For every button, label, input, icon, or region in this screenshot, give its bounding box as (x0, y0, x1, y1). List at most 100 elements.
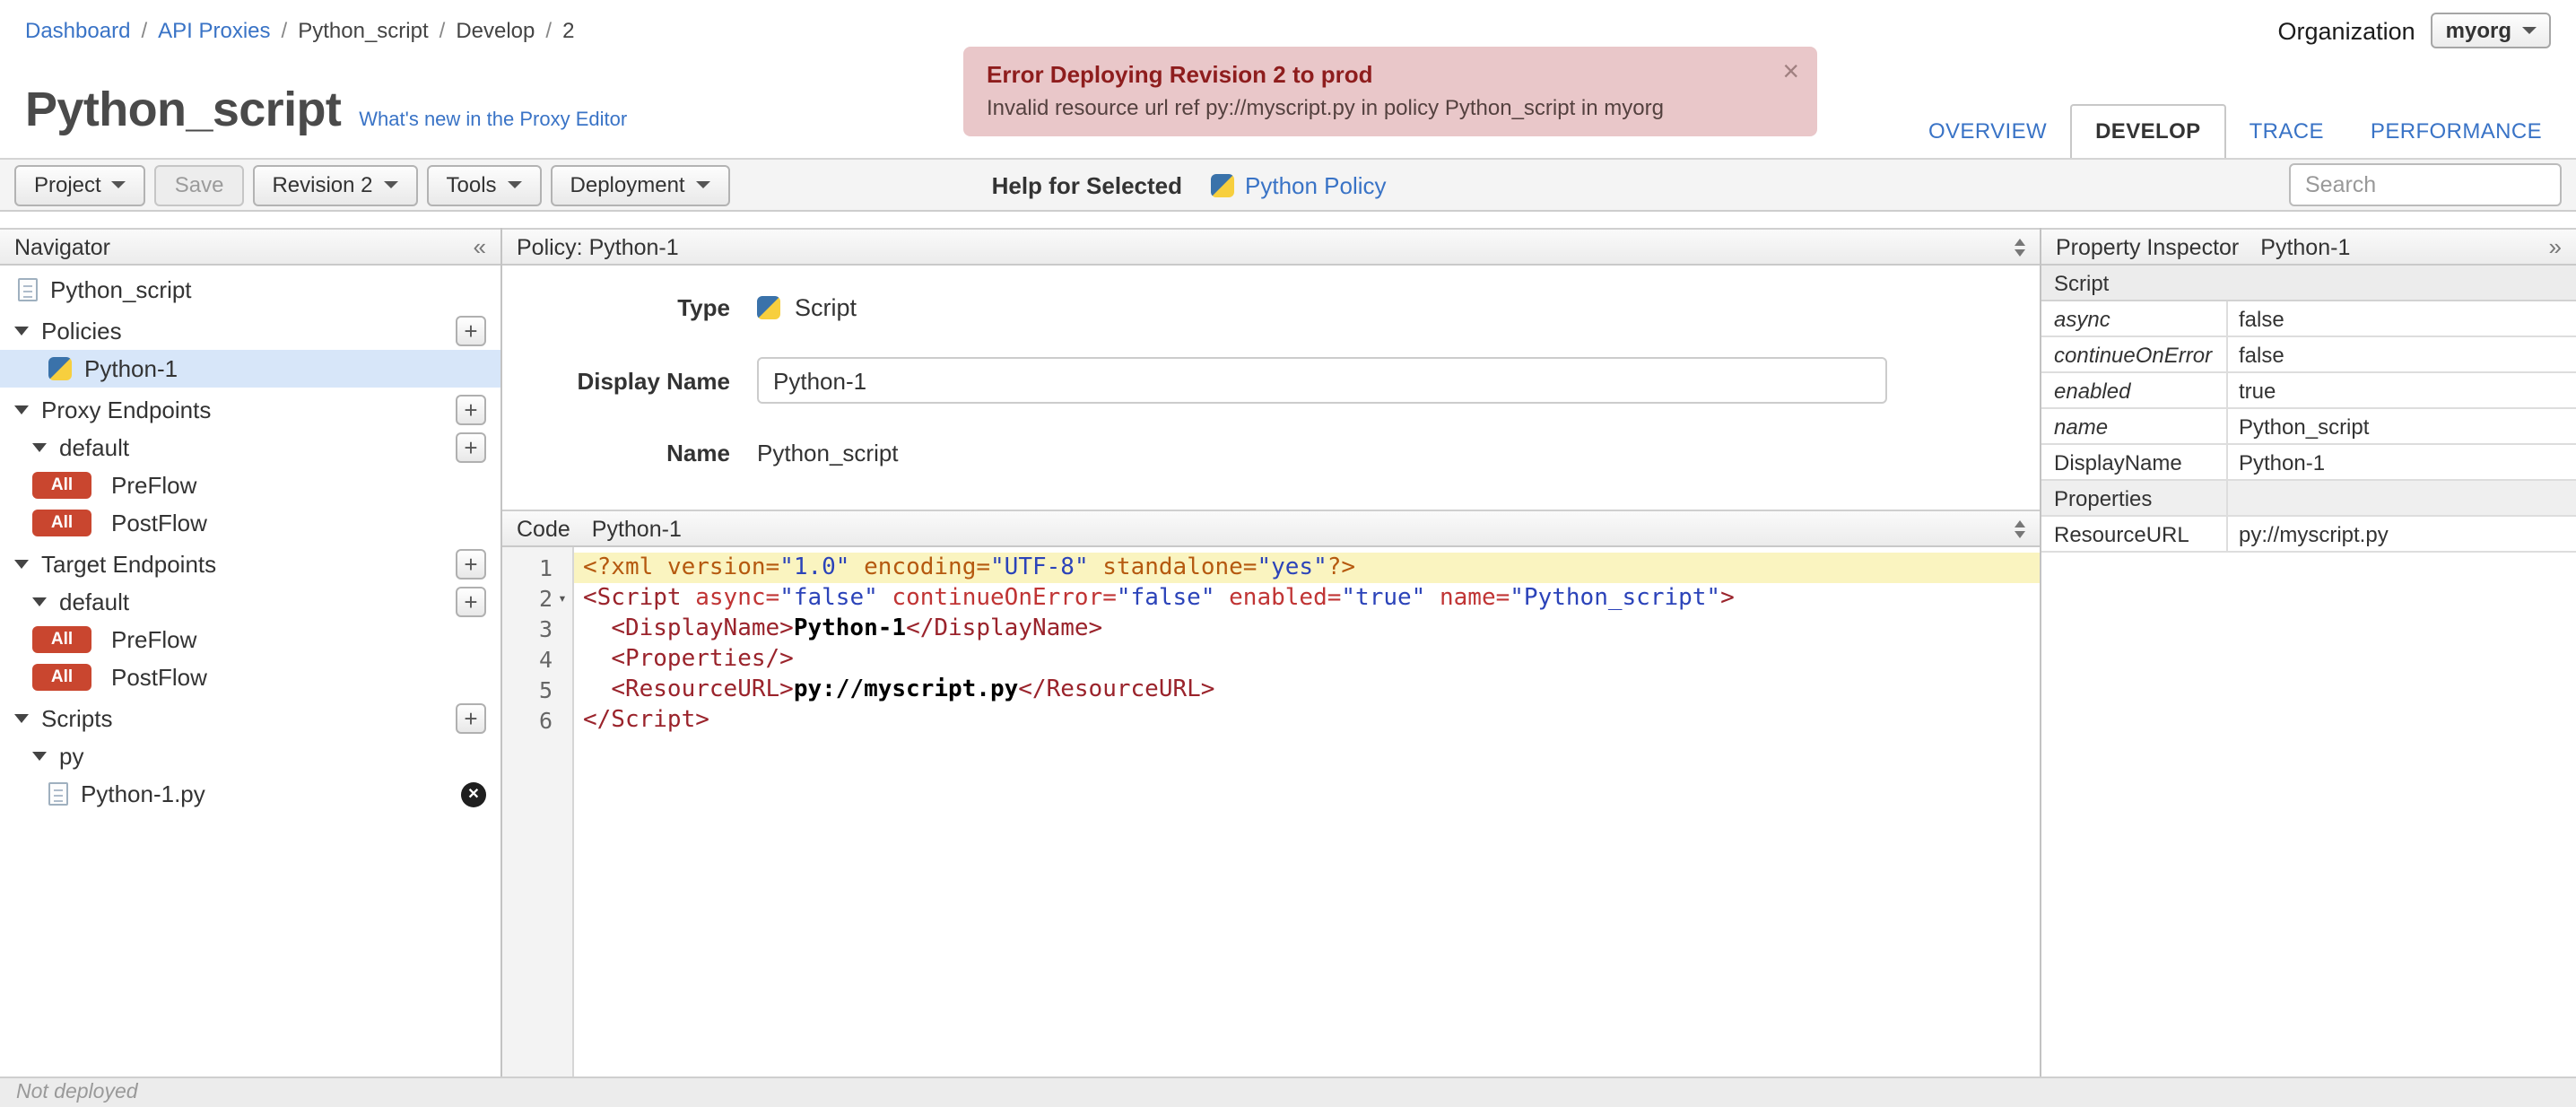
error-title: Error Deploying Revision 2 to prod (987, 61, 1373, 88)
python-icon (48, 357, 72, 380)
nav-item-target-preflow[interactable]: All PreFlow (0, 621, 500, 658)
revision-button-label: Revision 2 (272, 172, 373, 197)
nav-section-policies[interactable]: Policies + (0, 312, 500, 350)
property-value[interactable]: Python_script (2228, 409, 2576, 443)
tools-button[interactable]: Tools (426, 164, 542, 205)
code-line[interactable]: <ResourceURL>py://myscript.py</ResourceU… (574, 675, 2040, 705)
nav-item-proxy-default[interactable]: default + (0, 429, 500, 466)
line-number: 6 (538, 707, 553, 734)
nav-item-proxy-postflow[interactable]: All PostFlow (0, 504, 500, 542)
tabs: OVERVIEW DEVELOP TRACE PERFORMANCE (1905, 104, 2565, 158)
code-line[interactable]: <Script async="false" continueOnError="f… (574, 583, 2040, 614)
type-row: Type Script (502, 294, 2040, 321)
code-header-file: Python-1 (591, 516, 682, 541)
nav-item-scripts-py-group[interactable]: py (0, 737, 500, 775)
save-button[interactable]: Save (154, 164, 244, 205)
property-value[interactable] (2228, 481, 2576, 515)
collapse-panel-icon[interactable] (2015, 232, 2025, 261)
code-line[interactable]: <?xml version="1.0" encoding="UTF-8" sta… (574, 553, 2040, 583)
code-line[interactable]: <DisplayName>Python-1</DisplayName> (574, 614, 2040, 644)
organization-area: Organization myorg (2278, 13, 2551, 48)
property-row: continueOnError false (2041, 337, 2576, 373)
delete-script-icon[interactable]: ✕ (461, 781, 486, 806)
nav-item-target-default[interactable]: default + (0, 583, 500, 621)
close-icon[interactable]: × (1782, 58, 1799, 88)
all-badge: All (32, 663, 91, 692)
name-row: Name Python_script (502, 440, 2040, 466)
navigator-header: Navigator « (0, 228, 500, 266)
collapse-navigator-icon[interactable]: « (474, 235, 486, 258)
nav-section-target-endpoints[interactable]: Target Endpoints + (0, 545, 500, 583)
property-name: async (2041, 301, 2228, 336)
error-message: Invalid resource url ref py://myscript.p… (987, 95, 1664, 120)
app: Dashboard / API Proxies / Python_script / Deve… (0, 0, 2576, 1107)
chevron-expanded-icon (14, 405, 29, 422)
nav-item-target-postflow[interactable]: All PostFlow (0, 658, 500, 696)
nav-item-proxy-root[interactable]: Python_script (0, 271, 500, 309)
chevron-expanded-icon (14, 327, 29, 343)
fold-icon[interactable]: ▾ (553, 590, 572, 606)
code-editor[interactable]: 1 2 ▾ 3 4 5 6 <?xml version="1.0" encoding="UT… (502, 547, 2040, 1076)
nav-item-label: default (59, 588, 130, 615)
nav-section-scripts[interactable]: Scripts + (0, 700, 500, 737)
add-target-endpoint-button[interactable]: + (456, 549, 486, 580)
nav-item-proxy-preflow[interactable]: All PreFlow (0, 466, 500, 504)
policy-editor-pane: Policy: Python-1 Type Script Display Nam… (502, 228, 2040, 1076)
add-flow-button[interactable]: + (456, 587, 486, 617)
code-line[interactable]: <Properties/> (574, 644, 2040, 675)
nav-item-policy-python-1[interactable]: Python-1 (0, 350, 500, 388)
breadcrumb-separator: / (281, 18, 288, 43)
property-row: name Python_script (2041, 409, 2576, 445)
line-number: 5 (538, 676, 553, 703)
property-value[interactable]: false (2228, 301, 2576, 336)
breadcrumb-link[interactable]: Dashboard (25, 18, 130, 43)
type-value: Script (757, 294, 857, 321)
toolbar: Project Save Revision 2 Tools Deployment… (0, 158, 2576, 212)
property-value[interactable]: py://myscript.py (2228, 517, 2576, 551)
display-name-row: Display Name (502, 357, 2040, 404)
deployment-button[interactable]: Deployment (550, 164, 730, 205)
add-policy-button[interactable]: + (456, 316, 486, 346)
property-name: ResourceURL (2041, 517, 2228, 551)
tab-overview[interactable]: OVERVIEW (1905, 106, 2070, 158)
property-inspector-pane: Property Inspector Python-1 » Script asy… (2040, 228, 2576, 1076)
tab-performance[interactable]: PERFORMANCE (2347, 106, 2565, 158)
collapse-inspector-icon[interactable]: » (2549, 235, 2562, 258)
nav-item-label: Python-1 (84, 355, 178, 382)
property-value[interactable]: true (2228, 373, 2576, 407)
breadcrumb-separator: / (141, 18, 148, 43)
property-inspector-header: Property Inspector Python-1 » (2041, 228, 2576, 266)
title-row: Python_script What's new in the Proxy Ed… (25, 83, 627, 138)
property-value[interactable]: false (2228, 337, 2576, 371)
deployment-button-label: Deployment (570, 172, 685, 197)
property-row: async false (2041, 301, 2576, 337)
code-lines[interactable]: <?xml version="1.0" encoding="UTF-8" sta… (574, 547, 2040, 1076)
breadcrumb-link[interactable]: API Proxies (158, 18, 270, 43)
display-name-input[interactable] (757, 357, 1887, 404)
code-line[interactable]: </Script> (574, 705, 2040, 736)
add-flow-button[interactable]: + (456, 432, 486, 463)
chevron-expanded-icon (14, 560, 29, 576)
nav-item-script-file[interactable]: Python-1.py ✕ (0, 775, 500, 813)
whats-new-link[interactable]: What's new in the Proxy Editor (359, 109, 627, 131)
property-name: Properties (2041, 481, 2228, 515)
tab-develop[interactable]: DEVELOP (2070, 104, 2226, 158)
project-button[interactable]: Project (14, 164, 146, 205)
property-name: enabled (2041, 373, 2228, 407)
property-row: DisplayName Python-1 (2041, 445, 2576, 481)
search-input[interactable] (2289, 163, 2562, 206)
python-policy-link[interactable]: Python Policy (1211, 171, 1387, 198)
organization-select[interactable]: myorg (2431, 13, 2551, 48)
nav-section-proxy-endpoints[interactable]: Proxy Endpoints + (0, 391, 500, 429)
chevron-expanded-icon (14, 714, 29, 730)
add-proxy-endpoint-button[interactable]: + (456, 395, 486, 425)
name-value: Python_script (757, 440, 899, 466)
tab-trace[interactable]: TRACE (2226, 106, 2347, 158)
name-label: Name (666, 440, 730, 466)
chevron-down-icon (695, 181, 710, 196)
collapse-code-icon[interactable] (2015, 514, 2025, 543)
revision-button[interactable]: Revision 2 (252, 164, 418, 205)
breadcrumb-item: 2 (562, 18, 575, 43)
add-script-button[interactable]: + (456, 703, 486, 734)
property-value[interactable]: Python-1 (2228, 445, 2576, 479)
